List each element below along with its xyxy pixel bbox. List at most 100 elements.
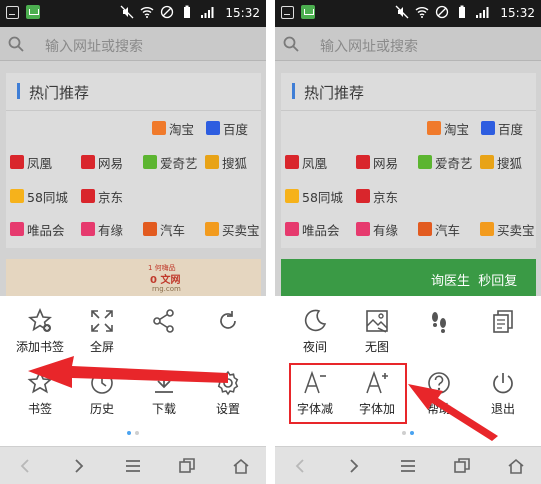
menu-item-history[interactable]: 历史 — [72, 370, 132, 417]
site-link-mmb[interactable]: 买卖宝 — [480, 219, 535, 239]
menu-item-copy[interactable] — [473, 308, 533, 338]
tabs-icon[interactable] — [453, 457, 471, 475]
menu-item-exit[interactable]: 退出 — [473, 370, 533, 417]
site-link-jd[interactable]: 京东 — [81, 186, 123, 206]
site-link-sohu[interactable]: 搜狐 — [480, 152, 522, 172]
banner-text: 询医生 秒回复 — [431, 274, 518, 289]
menu-item-help[interactable]: 帮助 — [409, 370, 469, 417]
menu-icon[interactable] — [399, 457, 417, 475]
menu-item-settings[interactable]: 设置 — [198, 370, 258, 417]
ifeng-icon — [10, 155, 24, 169]
site-label: 京东 — [373, 189, 399, 205]
site-link-iqiyi[interactable]: 爱奇艺 — [418, 152, 473, 172]
search-icon — [8, 36, 24, 52]
site-link-car[interactable]: 汽车 — [418, 219, 460, 239]
menu-label: 设置 — [215, 402, 240, 416]
taobao-icon — [427, 121, 441, 135]
fullscreen-icon — [91, 310, 113, 332]
ad-banner[interactable]: 询医生 秒回复 — [281, 259, 536, 299]
bottom-toolbar — [0, 446, 266, 484]
vip-icon — [285, 222, 299, 236]
message-icon — [301, 5, 315, 19]
site-link-netease[interactable]: 网易 — [356, 152, 398, 172]
menu-item-add-bookmark[interactable]: 添加书签 — [10, 308, 70, 355]
menu-icon[interactable] — [124, 457, 142, 475]
site-link-vip[interactable]: 唯品会 — [10, 219, 65, 239]
car-icon — [143, 222, 157, 236]
menu-item-fullscreen[interactable]: 全屏 — [72, 308, 132, 355]
site-link-taobao[interactable]: 淘宝 — [152, 118, 194, 138]
status-bar: 15:32 — [275, 0, 541, 27]
settings-icon — [217, 370, 239, 396]
menu-item-refresh[interactable] — [198, 308, 258, 338]
site-label: 唯品会 — [302, 222, 340, 238]
menu-label: 书签 — [27, 402, 52, 416]
site-link-netease[interactable]: 网易 — [81, 152, 123, 172]
site-link-baidu[interactable]: 百度 — [481, 118, 523, 138]
back-icon[interactable] — [291, 457, 309, 475]
site-link-58[interactable]: 58同城 — [10, 186, 68, 206]
site-link-sohu[interactable]: 搜狐 — [205, 152, 247, 172]
exit-icon — [493, 373, 513, 394]
site-link-taobao[interactable]: 淘宝 — [427, 118, 469, 138]
site-link-mmb[interactable]: 买卖宝 — [205, 219, 260, 239]
site-link-iqiyi[interactable]: 爱奇艺 — [143, 152, 198, 172]
search-input[interactable]: 输入网址或搜索 — [320, 36, 418, 56]
banner-line-3: rng.com — [152, 285, 181, 293]
site-link-vip[interactable]: 唯品会 — [285, 219, 340, 239]
site-label: 网易 — [98, 155, 124, 171]
menu-label: 添加书签 — [15, 340, 64, 354]
site-link-car[interactable]: 汽车 — [143, 219, 185, 239]
back-icon[interactable] — [16, 457, 34, 475]
bottom-toolbar — [275, 446, 541, 484]
jd-icon — [356, 189, 370, 203]
sohu-icon — [205, 155, 219, 169]
58-icon — [285, 189, 299, 203]
site-link-jd[interactable]: 京东 — [356, 186, 398, 206]
site-label: 凤凰 — [302, 155, 328, 171]
site-link-ifeng[interactable]: 凤凰 — [285, 152, 327, 172]
netease-icon — [356, 155, 370, 169]
home-icon[interactable] — [507, 457, 525, 475]
menu-label: 无图 — [364, 340, 389, 354]
site-label: 有缘 — [98, 222, 124, 238]
address-bar[interactable]: 输入网址或搜索 — [275, 27, 541, 61]
taobao-icon — [152, 121, 166, 135]
site-link-baidu[interactable]: 百度 — [206, 118, 248, 138]
site-label: 有缘 — [373, 222, 399, 238]
netease-icon — [81, 155, 95, 169]
ifeng-icon — [285, 155, 299, 169]
bookmark-star-icon — [27, 370, 53, 394]
jd-icon — [81, 189, 95, 203]
add-bookmark-icon — [28, 308, 52, 332]
history-icon — [91, 372, 113, 394]
forward-icon[interactable] — [345, 457, 363, 475]
site-link-youyuan[interactable]: 有缘 — [81, 219, 123, 239]
site-label: 爱奇艺 — [160, 155, 198, 171]
ad-banner[interactable]: 1 何嗨品 0 文网 rng.com — [6, 259, 261, 299]
forward-icon[interactable] — [70, 457, 88, 475]
battery-icon — [459, 5, 465, 18]
title-accent-bar — [292, 83, 295, 99]
search-input[interactable]: 输入网址或搜索 — [45, 36, 143, 56]
site-label: 爱奇艺 — [435, 155, 473, 171]
iqiyi-icon — [418, 155, 432, 169]
highlight-box — [289, 363, 407, 424]
home-icon[interactable] — [232, 457, 250, 475]
menu-item-no-image[interactable]: 无图 — [347, 308, 407, 355]
menu-label: 退出 — [490, 402, 515, 416]
site-link-youyuan[interactable]: 有缘 — [356, 219, 398, 239]
menu-item-bookmark-star[interactable]: 书签 — [10, 370, 70, 417]
menu-item-footprint[interactable] — [409, 308, 469, 338]
menu-label: 帮助 — [426, 402, 451, 416]
mute-icon — [120, 5, 134, 19]
tabs-icon[interactable] — [178, 457, 196, 475]
address-bar[interactable]: 输入网址或搜索 — [0, 27, 266, 61]
menu-item-download[interactable]: 下载 — [134, 370, 194, 417]
site-link-ifeng[interactable]: 凤凰 — [10, 152, 52, 172]
menu-item-night-mode[interactable]: 夜间 — [285, 308, 345, 355]
refresh-icon — [220, 311, 236, 329]
menu-item-share[interactable] — [134, 308, 194, 338]
site-label: 买卖宝 — [222, 222, 260, 238]
site-link-58[interactable]: 58同城 — [285, 186, 343, 206]
